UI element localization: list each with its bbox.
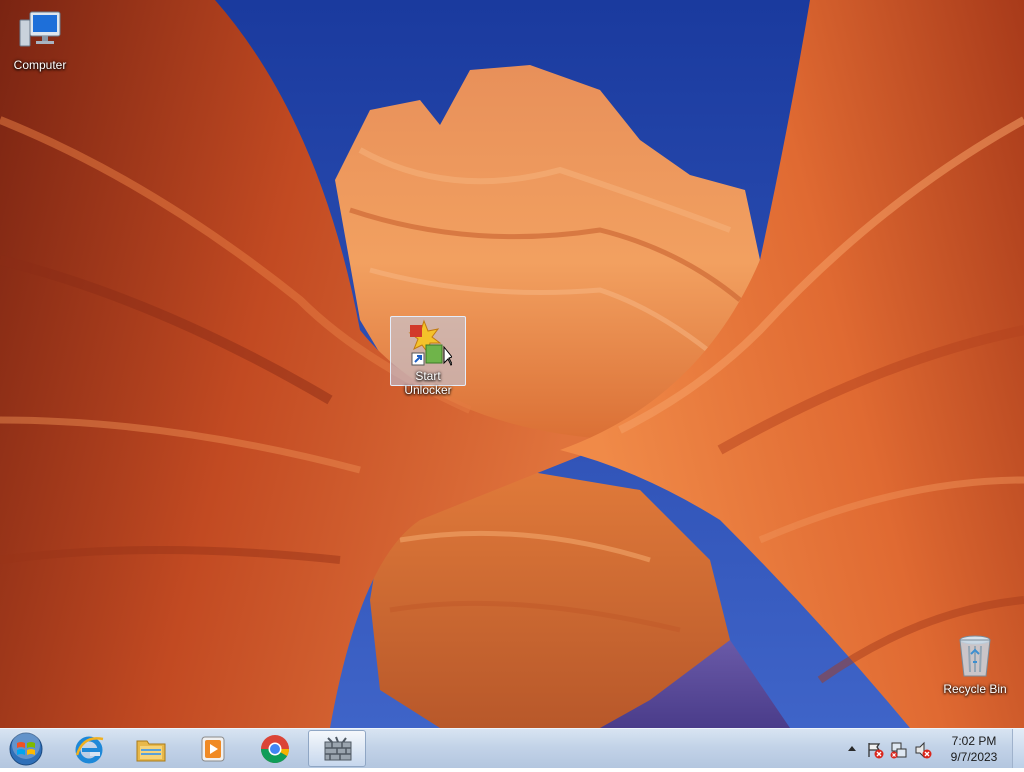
desktop-icon-label: Computer xyxy=(13,58,67,72)
taskbar-file-explorer[interactable] xyxy=(122,730,180,767)
internet-explorer-icon xyxy=(75,736,104,764)
taskbar-chrome[interactable] xyxy=(246,730,304,767)
chrome-icon xyxy=(261,735,289,763)
taskbar-media-player[interactable] xyxy=(184,730,242,767)
network-icon[interactable] xyxy=(890,741,908,759)
clock-time: 7:02 PM xyxy=(951,734,997,748)
start-orb-icon xyxy=(9,731,43,766)
desktop-icon-start-unlocker[interactable]: Start Unlocker xyxy=(390,316,466,397)
desktop-icon-label: Recycle Bin xyxy=(943,682,1007,696)
unlocker-app-icon xyxy=(324,736,352,761)
taskbar: 7:02 PM 9/7/2023 xyxy=(0,728,1024,768)
show-desktop-button[interactable] xyxy=(1012,729,1024,768)
media-player-icon xyxy=(201,736,225,762)
computer-icon xyxy=(19,11,61,47)
desktop-icon-label: Start Unlocker xyxy=(404,369,452,397)
file-explorer-icon xyxy=(136,740,166,762)
taskbar-unlocker[interactable] xyxy=(308,730,366,767)
start-button[interactable] xyxy=(6,731,46,767)
desktop-icon-computer[interactable]: Computer xyxy=(2,8,78,72)
taskbar-clock[interactable]: 7:02 PM 9/7/2023 xyxy=(940,733,1008,765)
clock-date: 9/7/2023 xyxy=(950,750,998,764)
volume-muted-icon[interactable] xyxy=(914,741,932,759)
desktop-wallpaper xyxy=(0,0,1024,728)
unlocker-shortcut-icon xyxy=(408,319,452,366)
taskbar-internet-explorer[interactable] xyxy=(60,730,118,767)
show-hidden-icons-icon[interactable] xyxy=(846,741,858,755)
action-center-icon[interactable] xyxy=(866,741,884,759)
desktop-icon-recycle-bin[interactable]: Recycle Bin xyxy=(937,632,1013,696)
recycle-bin-icon xyxy=(959,635,991,677)
system-tray xyxy=(840,729,940,769)
desktop[interactable]: Computer Start Unlocker Recycle Bin xyxy=(0,0,1024,728)
